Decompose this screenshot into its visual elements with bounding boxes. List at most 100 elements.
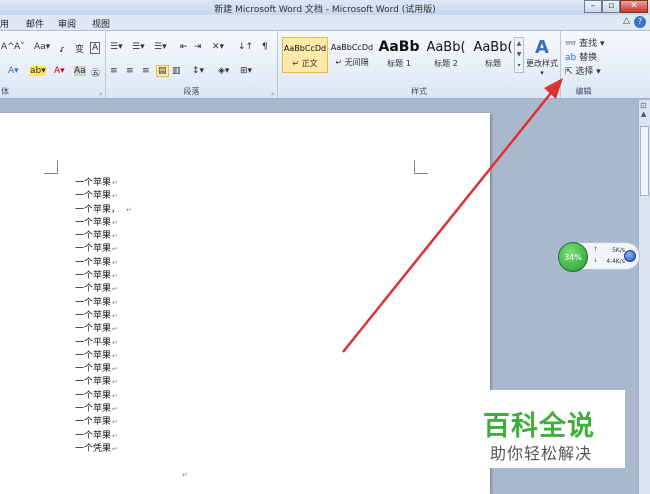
styles-group: AaBbCcDd ↵ 正文 AaBbCcDd ↵ 无间隔 AaBb 标题 1 A…: [278, 31, 561, 98]
style-preview: AaBb(: [426, 40, 466, 55]
network-speed-widget[interactable]: 34% ↑ 5K/s ↓ 4.4K/s: [558, 242, 640, 272]
align-right-button[interactable]: ≡: [142, 66, 150, 76]
style-title[interactable]: AaBb( 标题: [470, 37, 516, 73]
show-marks-button[interactable]: ¶: [262, 42, 268, 52]
grow-font-button[interactable]: A^: [1, 42, 15, 52]
document-line[interactable]: 一个凭果↵: [75, 443, 132, 456]
document-line[interactable]: 一个苹果↵: [75, 350, 132, 363]
shading-button[interactable]: ◈▾: [218, 66, 229, 76]
numbering-button[interactable]: ☰▾: [132, 42, 145, 52]
document-line[interactable]: 一个苹果↵: [75, 323, 132, 336]
paragraph-group: ☰▾ ☰▾ ☰▾ ⇤ ⇥ ✕▾ ↓↑ ¶ ≡ ≡ ≡ ▤ ▥ ↕▾ ◈▾ ⊞▾ …: [106, 31, 278, 98]
font-dialog-launcher-icon[interactable]: ⌟: [99, 88, 102, 96]
title-bar: 新建 Microsoft Word 文档 - Microsoft Word (试…: [0, 0, 650, 15]
tab-mailings[interactable]: 邮件: [26, 17, 44, 30]
paragraph-mark-icon: ↵: [112, 325, 118, 334]
ruler-toggle-icon[interactable]: ⊡: [640, 101, 647, 110]
scroll-up-icon[interactable]: ▲: [641, 110, 646, 118]
highlight-button[interactable]: ab▾: [30, 66, 46, 76]
paragraph-mark-icon: ↵: [112, 272, 118, 281]
document-line[interactable]: 一个苹果↵: [75, 390, 132, 403]
tab-references[interactable]: 用: [0, 17, 9, 30]
paragraph-dialog-launcher-icon[interactable]: ⌟: [271, 88, 274, 96]
accelerator-ball-icon[interactable]: [624, 250, 636, 262]
document-line[interactable]: 一个苹果↵: [75, 403, 132, 416]
document-body[interactable]: 一个苹果↵ 一个苹果↵ 一个苹果， ↵ 一个苹果↵ 一个苹果↵ 一个苹果↵ 一个苹果↵ 一个苹果…: [75, 177, 132, 456]
distributed-button[interactable]: ▥: [172, 66, 181, 76]
char-border-button[interactable]: A: [90, 42, 101, 54]
document-line[interactable]: 一个苹果↵: [75, 230, 132, 243]
change-styles-label: 更改样式: [526, 59, 558, 68]
document-line[interactable]: 一个苹果↵: [75, 243, 132, 256]
memory-percent-badge[interactable]: 34%: [558, 242, 588, 272]
style-normal[interactable]: AaBbCcDd ↵ 正文: [282, 37, 328, 73]
document-line[interactable]: 一个苹果↵: [75, 270, 132, 283]
phonetic-guide-button[interactable]: 变: [75, 42, 84, 55]
minimize-ribbon-icon[interactable]: △: [623, 16, 630, 26]
multilevel-list-button[interactable]: ☰▾: [154, 42, 167, 52]
justify-button[interactable]: ▤: [156, 65, 169, 77]
sort-button[interactable]: ↓↑: [238, 42, 253, 52]
document-line[interactable]: 一个苹果↵: [75, 376, 132, 389]
select-button[interactable]: ⇱ 选择 ▾: [565, 64, 601, 77]
enclose-char-button[interactable]: ㊄: [91, 66, 100, 79]
increase-indent-button[interactable]: ⇥: [194, 42, 202, 52]
style-no-spacing[interactable]: AaBbCcDd ↵ 无间隔: [329, 37, 375, 73]
find-button[interactable]: 👓 查找 ▾: [565, 36, 604, 49]
minimize-button[interactable]: –: [584, 0, 602, 13]
style-heading-2[interactable]: AaBb( 标题 2: [423, 37, 469, 73]
window-controls: – ▫ ✕: [584, 0, 648, 13]
decrease-indent-button[interactable]: ⇤: [180, 42, 188, 52]
document-line[interactable]: 一个平果↵: [75, 337, 132, 350]
line-spacing-button[interactable]: ↕▾: [192, 66, 204, 76]
tab-review[interactable]: 审阅: [58, 17, 76, 30]
clear-format-button[interactable]: ꭉ: [60, 42, 64, 55]
document-line[interactable]: 一个苹果↵: [75, 257, 132, 270]
paragraph-mark-icon: ↵: [126, 205, 132, 214]
style-name: 标题: [485, 59, 501, 68]
align-center-button[interactable]: ≡: [126, 66, 134, 76]
document-line-text: 一个苹果: [75, 310, 112, 321]
document-line[interactable]: 一个苹果↵: [75, 217, 132, 230]
chinese-layout-button[interactable]: ✕▾: [212, 42, 224, 52]
close-button[interactable]: ✕: [620, 0, 648, 13]
document-line-text: 一个苹果: [75, 271, 112, 282]
document-line[interactable]: 一个苹果， ↵: [75, 204, 132, 217]
shrink-font-button[interactable]: A˅: [14, 42, 25, 52]
document-line[interactable]: 一个苹果↵: [75, 177, 132, 190]
font-color-button[interactable]: A▾: [54, 66, 65, 76]
ribbon-tabs: 用 邮件 审阅 视图 △ ?: [0, 15, 650, 31]
document-line[interactable]: 一个苹果↵: [75, 283, 132, 296]
help-icon[interactable]: ?: [634, 16, 646, 28]
document-line[interactable]: 一个苹果↵: [75, 190, 132, 203]
scroll-thumb[interactable]: [640, 126, 649, 196]
char-shading-button[interactable]: Aa: [74, 66, 86, 76]
document-line[interactable]: 一个苹果↵: [75, 430, 132, 443]
styles-dialog-launcher-icon[interactable]: ⌟: [554, 88, 557, 96]
maximize-button[interactable]: ▫: [602, 0, 620, 13]
style-heading-1[interactable]: AaBb 标题 1: [376, 37, 422, 73]
paragraph-mark-icon: ↵: [112, 365, 118, 374]
paragraph-mark-icon: ↵: [112, 298, 118, 307]
styles-scroll-icon[interactable]: ▲ ▼ ▾: [514, 37, 524, 73]
document-page[interactable]: 一个苹果↵ 一个苹果↵ 一个苹果， ↵ 一个苹果↵ 一个苹果↵ 一个苹果↵ 一个苹果↵ 一个苹果…: [0, 113, 490, 494]
vertical-scrollbar[interactable]: ⊡ ▲: [638, 100, 650, 494]
editing-group-label: 编辑: [575, 87, 592, 96]
text-effects-button[interactable]: A▾: [8, 66, 19, 76]
upload-speed: 5K/s: [612, 247, 625, 254]
editing-group: 👓 查找 ▾ ab 替换 ⇱ 选择 ▾ 编辑: [561, 31, 606, 98]
replace-button[interactable]: ab 替换: [565, 50, 597, 63]
document-line[interactable]: 一个苹果↵: [75, 310, 132, 323]
align-left-button[interactable]: ≡: [110, 66, 118, 76]
paragraph-mark-icon: ↵: [112, 192, 118, 201]
document-line[interactable]: 一个苹果↵: [75, 416, 132, 429]
change-styles-button[interactable]: A 更改样式 ▾: [526, 37, 558, 77]
borders-button[interactable]: ⊞▾: [240, 66, 252, 76]
change-case-button[interactable]: Aa▾: [34, 42, 50, 52]
tab-view[interactable]: 视图: [92, 17, 110, 30]
bullets-button[interactable]: ☰▾: [110, 42, 123, 52]
document-line[interactable]: 一个苹果↵: [75, 363, 132, 376]
document-line-text: 一个苹果: [75, 350, 112, 361]
document-line-text: 一个苹果: [75, 430, 112, 441]
document-line[interactable]: 一个苹果↵: [75, 297, 132, 310]
